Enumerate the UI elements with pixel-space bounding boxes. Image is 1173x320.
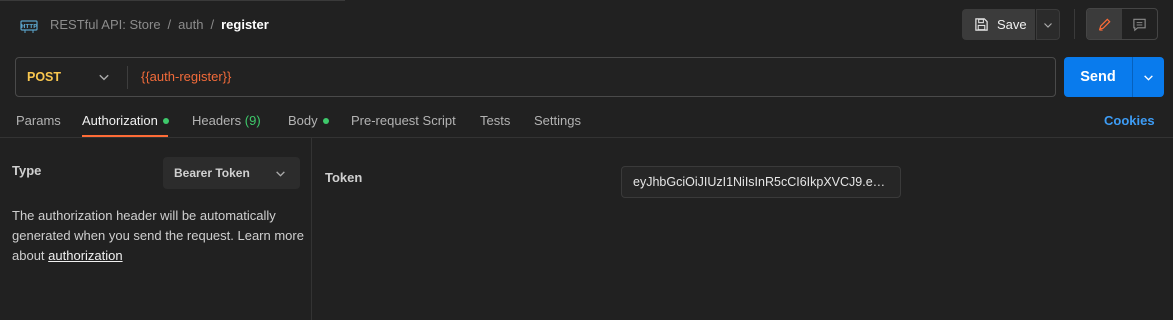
comments-mode-button[interactable] — [1122, 9, 1157, 39]
method-select[interactable]: POST — [27, 70, 61, 84]
chevron-down-icon — [1144, 74, 1153, 81]
tab-body[interactable]: Body — [288, 113, 329, 128]
tab-authorization[interactable]: Authorization — [82, 113, 169, 128]
tab-settings[interactable]: Settings — [534, 113, 581, 128]
breadcrumb: RESTful API: Store / auth / register — [50, 17, 269, 32]
url-divider — [127, 66, 128, 89]
token-label: Token — [325, 170, 363, 185]
request-url-bar: POST {{auth-register}} — [15, 57, 1056, 97]
save-button[interactable]: Save — [962, 9, 1035, 40]
status-dot — [162, 117, 169, 124]
cookies-link[interactable]: Cookies — [1104, 113, 1155, 128]
url-input[interactable]: {{auth-register}} — [141, 69, 231, 84]
tab-headers[interactable]: Headers (9) — [192, 113, 261, 128]
breadcrumb-separator: / — [167, 17, 172, 32]
auth-type-value: Bearer Token — [174, 166, 250, 180]
save-icon — [975, 18, 988, 31]
svg-text:HTTP: HTTP — [21, 24, 37, 30]
breadcrumb-request[interactable]: register — [221, 17, 269, 32]
auth-type-panel: Type Bearer Token The authorization head… — [0, 138, 312, 320]
breadcrumb-collection[interactable]: RESTful API: Store — [50, 17, 161, 32]
auth-type-select[interactable]: Bearer Token — [163, 157, 300, 189]
chevron-down-icon — [276, 171, 285, 177]
request-tabs: Params Authorization Headers (9) Body Pr… — [0, 104, 1173, 138]
send-button[interactable]: Send — [1064, 57, 1132, 97]
pencil-icon — [1098, 17, 1111, 31]
breadcrumb-folder[interactable]: auth — [178, 17, 203, 32]
http-icon: HTTP — [19, 15, 39, 35]
status-dot — [322, 117, 329, 124]
send-options-button[interactable] — [1133, 57, 1164, 97]
edit-mode-button[interactable] — [1087, 9, 1122, 39]
toolbar-divider — [1074, 9, 1075, 39]
tab-body-label: Body — [288, 113, 318, 128]
tab-prerequest-script[interactable]: Pre-request Script — [351, 113, 456, 128]
tab-authorization-label: Authorization — [82, 113, 158, 128]
active-tab-indicator — [82, 135, 168, 137]
top-divider — [0, 0, 345, 1]
breadcrumb-separator: / — [210, 17, 215, 32]
tab-tests[interactable]: Tests — [480, 113, 510, 128]
save-options-button[interactable] — [1036, 9, 1060, 40]
header-bar: HTTP RESTful API: Store / auth / registe… — [0, 0, 1173, 48]
type-label: Type — [12, 163, 42, 178]
tab-params[interactable]: Params — [16, 113, 61, 128]
chevron-down-icon — [1044, 22, 1052, 28]
save-label: Save — [997, 17, 1027, 32]
auth-description: The authorization header will be automat… — [12, 206, 307, 266]
headers-count: (9) — [244, 113, 261, 128]
tab-headers-label: Headers — [192, 113, 242, 128]
view-mode-toggle — [1086, 8, 1158, 40]
token-input[interactable]: eyJhbGciOiJIUzI1NiIsInR5cCI6IkpXVCJ9.eyJ… — [621, 166, 901, 198]
comment-icon — [1133, 18, 1146, 31]
authorization-link[interactable]: authorization — [48, 248, 122, 263]
chevron-down-icon[interactable] — [98, 71, 110, 83]
